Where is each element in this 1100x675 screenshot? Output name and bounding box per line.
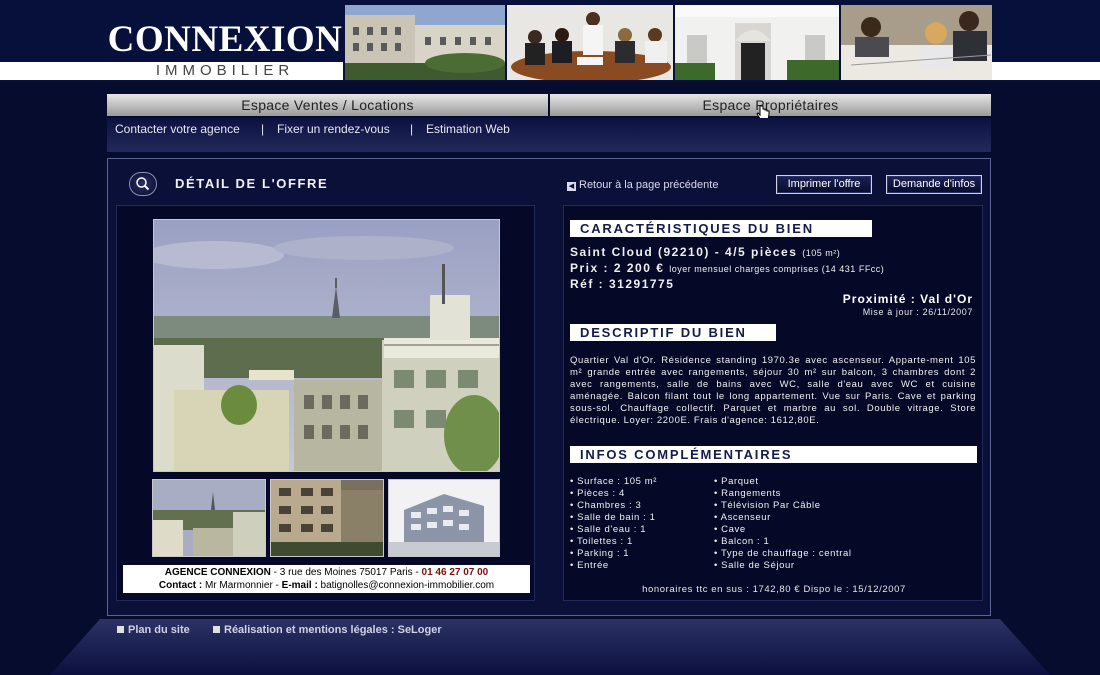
nav-fixer-rendez-vous[interactable]: Fixer un rendez-vous	[277, 122, 390, 136]
bullet-square-icon	[117, 626, 124, 633]
info-item: • Salle de bain : 1	[570, 512, 656, 523]
header-photo-facade	[673, 5, 839, 80]
info-item: • Parking : 1	[570, 548, 630, 559]
sub-navigation: Contacter votre agence | Fixer un rendez…	[107, 118, 991, 152]
logo-sub-text: IMMOBILIER	[107, 62, 343, 80]
agency-line: AGENCE CONNEXION - 3 rue des Moines 7501…	[123, 566, 530, 579]
header-photo-meeting	[505, 5, 673, 80]
tab-ventes-locations[interactable]: Espace Ventes / Locations	[107, 94, 548, 116]
property-description: Quartier Val d'Or. Résidence standing 19…	[570, 355, 976, 426]
info-item: • Pièces : 4	[570, 488, 625, 499]
site-footer	[50, 619, 1050, 675]
nav-separator: |	[410, 122, 414, 136]
logo[interactable]: CONNEXION IMMOBILIER	[107, 20, 343, 80]
agency-name: AGENCE CONNEXION	[164, 567, 271, 578]
info-item: • Ascenseur	[714, 512, 771, 523]
info-item: • Balcon : 1	[714, 536, 770, 547]
bullet-square-icon	[213, 626, 220, 633]
site-header: CONNEXION IMMOBILIER	[0, 0, 1100, 82]
photo-panel: AGENCE CONNEXION - 3 rue des Moines 7501…	[116, 205, 535, 601]
info-item: • Rangements	[714, 488, 782, 499]
thumbnail-building[interactable]	[270, 479, 384, 557]
main-property-photo[interactable]	[153, 219, 500, 472]
magnifier-icon	[129, 172, 157, 196]
infos-left-list: • Surface : 105 m² • Pièces : 4 • Chambres…	[570, 476, 657, 572]
footer-link-plan[interactable]: Plan du site	[117, 624, 190, 636]
info-item: • Télévision Par Câble	[714, 500, 821, 511]
contact-name: Mr Marmonnier -	[202, 580, 282, 591]
nav-contacter-agence[interactable]: Contacter votre agence	[115, 122, 240, 136]
back-link-label: Retour à la page précédente	[579, 179, 719, 191]
property-location: Saint Cloud (92210) - 4/5 pièces (105 m²…	[570, 245, 840, 259]
page-title: DÉTAIL DE L'OFFRE	[175, 176, 329, 191]
contact-label: Contact :	[158, 580, 203, 591]
info-item: • Cave	[714, 524, 746, 535]
info-item: • Salle d'eau : 1	[570, 524, 647, 535]
email-label: E-mail :	[281, 580, 318, 591]
section-title-infos: INFOS COMPLÉMENTAIRES	[570, 446, 977, 463]
property-reference: Réf : 31291775	[570, 277, 675, 291]
logo-main-text: CONNEXION	[107, 19, 343, 60]
agency-address: - 3 rue des Moines 75017 Paris -	[270, 567, 422, 578]
print-offer-button[interactable]: Imprimer l'offre	[776, 175, 872, 194]
info-item: • Type de chauffage : central	[714, 548, 852, 559]
arrow-left-icon: ◀	[567, 182, 576, 191]
nav-estimation-web[interactable]: Estimation Web	[426, 122, 510, 136]
thumbnail-view[interactable]	[152, 479, 266, 557]
contact-line: Contact : Mr Marmonnier - E-mail : batig…	[123, 579, 530, 592]
request-info-button[interactable]: Demande d'infos	[886, 175, 982, 194]
header-photo-building	[343, 5, 505, 80]
property-price: Prix : 2 200 € loyer mensuel charges com…	[570, 261, 884, 275]
agency-email[interactable]: batignolles@connexion-immobilier.com	[318, 580, 495, 591]
info-item: • Entrée	[570, 560, 609, 571]
price-note: loyer mensuel charges comprises (14 431 …	[669, 264, 885, 274]
info-item: • Parquet	[714, 476, 759, 487]
price-text: Prix : 2 200 €	[570, 261, 665, 275]
surface-note: (105 m²)	[802, 248, 841, 258]
footer-mentions-label: Réalisation et mentions légales : SeLoge…	[224, 624, 442, 636]
info-item: • Chambres : 3	[570, 500, 642, 511]
nav-separator: |	[261, 122, 265, 136]
location-text: Saint Cloud (92210) - 4/5 pièces	[570, 245, 798, 259]
fees-availability: honoraires ttc en sus : 1742,80 € Dispo …	[642, 584, 906, 595]
details-panel: CARACTÉRISTIQUES DU BIEN Saint Cloud (92…	[563, 205, 983, 601]
footer-link-mentions[interactable]: Réalisation et mentions légales : SeLoge…	[213, 624, 442, 636]
section-title-descriptif: DESCRIPTIF DU BIEN	[570, 324, 776, 341]
back-link[interactable]: ◀ Retour à la page précédente	[567, 179, 718, 191]
info-item: • Toilettes : 1	[570, 536, 633, 547]
offer-detail-panel: DÉTAIL DE L'OFFRE ◀ Retour à la page préc…	[107, 158, 991, 616]
section-title-caracteristiques: CARACTÉRISTIQUES DU BIEN	[570, 220, 872, 237]
proximity: Proximité : Val d'Or	[842, 292, 973, 306]
infos-right-list: • Parquet • Rangements • Télévision Par Câ…	[714, 476, 852, 572]
footer-plan-label: Plan du site	[128, 624, 190, 636]
update-date: Mise à jour : 26/11/2007	[862, 307, 973, 317]
agency-contact-box: AGENCE CONNEXION - 3 rue des Moines 7501…	[123, 565, 530, 593]
agency-phone: 01 46 27 07 00	[421, 567, 489, 578]
tab-proprietaires[interactable]: Espace Propriétaires	[550, 94, 991, 116]
info-item: • Surface : 105 m²	[570, 476, 657, 487]
header-photo-plans	[839, 5, 992, 80]
info-item: • Salle de Séjour	[714, 560, 795, 571]
thumbnail-residence[interactable]	[388, 479, 500, 557]
